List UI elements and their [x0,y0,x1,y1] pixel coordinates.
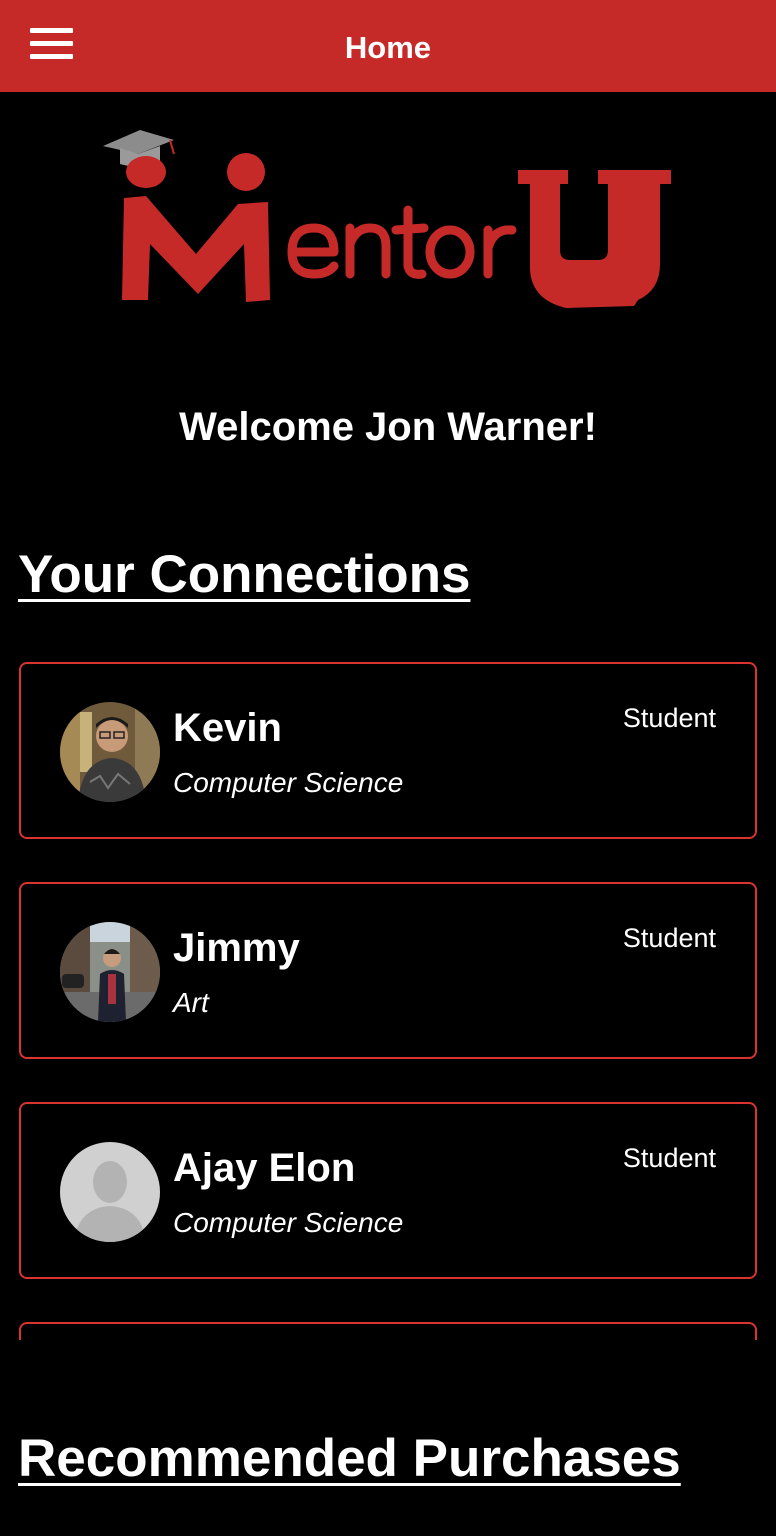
mentoru-logo [98,124,678,314]
welcome-message: Welcome Jon Warner! [179,405,597,449]
connection-role: Student [622,703,716,733]
avatar [60,922,160,1022]
connections-heading: Your Connections [18,545,471,604]
connections-list[interactable]: Kevin Computer Science Student Jimmy Art… [0,650,776,1340]
connection-major: Computer Science [173,767,404,798]
home-screen: Home Welcome Jon Warner! Your Connection… [0,0,776,1536]
connection-role: Student [622,923,716,953]
connection-name: Kevin [173,706,282,750]
hamburger-menu-icon[interactable] [30,28,74,62]
header-bar: Home [0,0,776,92]
connection-role: Student [622,1143,716,1173]
connection-major: Art [173,987,209,1018]
default-avatar-icon [60,1142,160,1242]
purchases-heading: Recommended Purchases [18,1429,681,1488]
connection-card[interactable]: Ajay Elon Computer Science Student [19,1102,757,1279]
connection-card[interactable]: Jimmy Art Student [19,882,757,1059]
connection-card[interactable]: Kevin Computer Science Student [19,662,757,839]
connection-card[interactable] [19,1322,757,1340]
connection-name: Jimmy [173,926,300,970]
connection-name: Ajay Elon [173,1146,356,1190]
avatar [60,702,160,802]
connection-major: Computer Science [173,1207,404,1238]
page-title: Home [344,30,432,65]
